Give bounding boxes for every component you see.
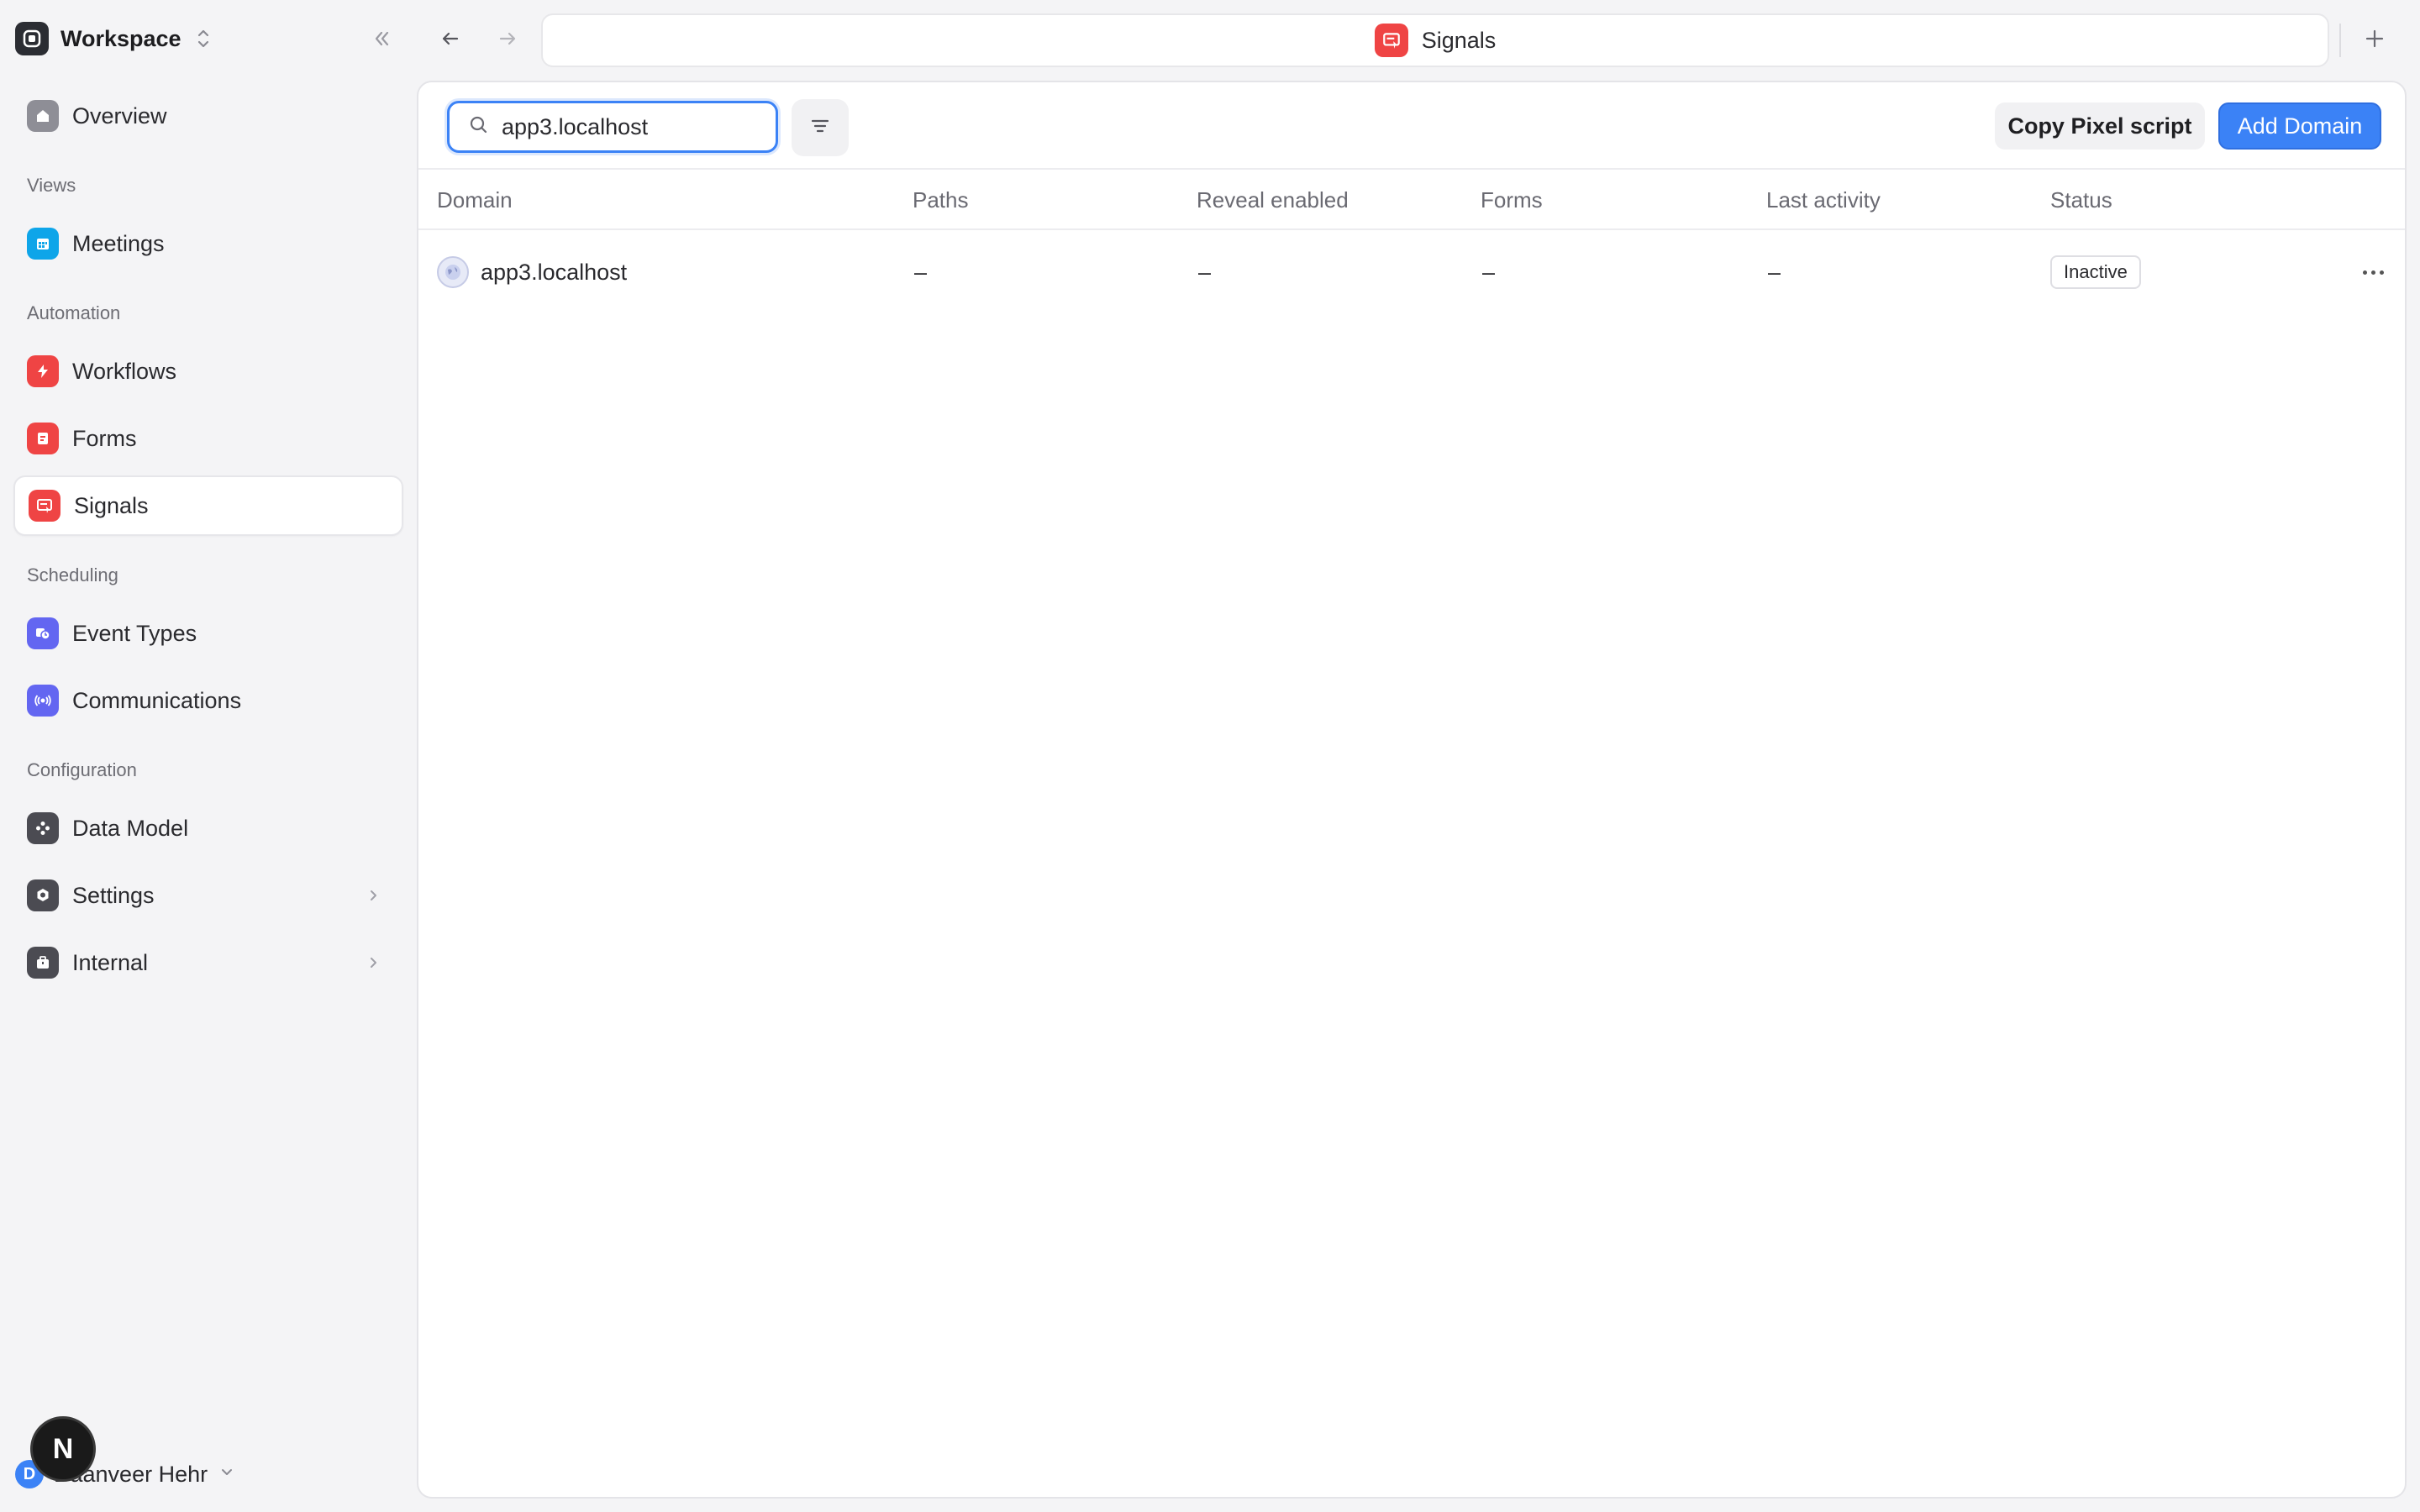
lightning-icon bbox=[27, 355, 59, 387]
data-model-icon bbox=[27, 812, 59, 844]
signals-icon bbox=[1374, 24, 1408, 57]
workspace-switcher[interactable]: Workspace bbox=[15, 20, 213, 57]
divider bbox=[2339, 24, 2341, 57]
sidebar-item-label: Communications bbox=[72, 687, 242, 713]
tab-signals[interactable]: Signals bbox=[541, 13, 2329, 67]
column-header-paths[interactable]: Paths bbox=[913, 170, 969, 230]
home-icon bbox=[27, 100, 59, 132]
chevron-up-down-icon bbox=[193, 24, 213, 53]
tab-title: Signals bbox=[1421, 27, 1497, 53]
workspace-logo-icon bbox=[15, 22, 49, 55]
sidebar-item-meetings[interactable]: Meetings bbox=[13, 213, 403, 274]
sidebar-item-forms[interactable]: Forms bbox=[13, 408, 403, 469]
search-input[interactable] bbox=[502, 113, 754, 140]
sidebar-item-label: Meetings bbox=[72, 230, 165, 256]
column-header-last-activity[interactable]: Last activity bbox=[1766, 170, 1881, 230]
sidebar-item-workflows[interactable]: Workflows bbox=[13, 341, 403, 402]
sidebar-item-label: Internal bbox=[72, 949, 149, 975]
column-header-reveal-enabled[interactable]: Reveal enabled bbox=[1197, 170, 1349, 230]
back-button[interactable] bbox=[434, 24, 467, 57]
sidebar-item-event-types[interactable]: Event Types bbox=[13, 603, 403, 664]
sidebar-item-label: Overview bbox=[72, 102, 167, 129]
collapse-sidebar-button[interactable] bbox=[366, 25, 397, 55]
column-header-forms[interactable]: Forms bbox=[1481, 170, 1543, 230]
table-header: Domain Paths Reveal enabled Forms Last a… bbox=[418, 170, 2405, 230]
domain-cell: app3.localhost bbox=[437, 230, 627, 314]
search-box[interactable] bbox=[447, 101, 778, 153]
arrow-left-icon bbox=[439, 27, 462, 55]
sidebar-item-label: Data Model bbox=[72, 815, 189, 841]
sidebar: Workspace Overview Views Meetings Automa… bbox=[0, 0, 417, 1512]
section-label-automation: Automation bbox=[27, 302, 121, 323]
sidebar-item-internal[interactable]: Internal bbox=[13, 932, 403, 993]
search-icon bbox=[468, 114, 490, 140]
dev-tools-badge[interactable]: N bbox=[30, 1416, 96, 1482]
row-more-button[interactable] bbox=[2356, 259, 2390, 286]
reveal-enabled-cell: – bbox=[1198, 260, 1212, 285]
chevron-down-icon bbox=[218, 1463, 236, 1486]
briefcase-icon bbox=[27, 947, 59, 979]
signals-icon bbox=[29, 490, 60, 522]
forms-cell: – bbox=[1482, 260, 1496, 285]
more-horizontal-icon bbox=[2362, 270, 2367, 275]
chevron-right-icon bbox=[363, 953, 383, 973]
forward-button[interactable] bbox=[491, 24, 524, 57]
last-activity-cell: – bbox=[1768, 260, 1781, 285]
section-label-scheduling: Scheduling bbox=[27, 564, 118, 585]
plus-icon bbox=[2363, 27, 2386, 55]
toolbar: Copy Pixel script Add Domain bbox=[418, 82, 2405, 170]
filter-icon bbox=[808, 114, 832, 142]
sidebar-item-communications[interactable]: Communications bbox=[13, 670, 403, 731]
paths-cell: – bbox=[914, 260, 928, 285]
sidebar-item-label: Workflows bbox=[72, 358, 177, 384]
sidebar-item-label: Signals bbox=[74, 492, 149, 518]
gear-icon bbox=[27, 879, 59, 911]
new-tab-button[interactable] bbox=[2358, 24, 2391, 57]
chevron-right-icon bbox=[363, 885, 383, 906]
workspace-name: Workspace bbox=[60, 25, 182, 51]
section-label-configuration: Configuration bbox=[27, 759, 137, 780]
add-domain-button[interactable]: Add Domain bbox=[2218, 102, 2381, 150]
status-badge: Inactive bbox=[2050, 255, 2141, 289]
sidebar-item-label: Settings bbox=[72, 882, 155, 908]
double-chevron-left-icon bbox=[371, 28, 392, 54]
domain-name: app3.localhost bbox=[481, 260, 628, 285]
table-row[interactable]: app3.localhost – – – – Inactive bbox=[418, 230, 2405, 314]
sidebar-item-label: Forms bbox=[72, 425, 137, 451]
sidebar-item-settings[interactable]: Settings bbox=[13, 865, 403, 926]
more-horizontal-icon bbox=[2370, 270, 2375, 275]
section-label-views: Views bbox=[27, 175, 76, 196]
filter-button[interactable] bbox=[792, 99, 849, 156]
more-horizontal-icon bbox=[2379, 270, 2384, 275]
column-header-status[interactable]: Status bbox=[2050, 170, 2112, 230]
sidebar-item-signals[interactable]: Signals bbox=[13, 475, 403, 536]
calendar-clock-icon bbox=[27, 617, 59, 649]
broadcast-icon bbox=[27, 685, 59, 717]
copy-pixel-script-button[interactable]: Copy Pixel script bbox=[1995, 102, 2205, 150]
column-header-domain[interactable]: Domain bbox=[437, 170, 513, 230]
calendar-icon bbox=[27, 228, 59, 260]
globe-icon bbox=[437, 256, 469, 288]
form-icon bbox=[27, 423, 59, 454]
sidebar-item-label: Event Types bbox=[72, 620, 197, 646]
arrow-right-icon bbox=[496, 27, 519, 55]
sidebar-item-overview[interactable]: Overview bbox=[13, 86, 403, 146]
main-panel: Copy Pixel script Add Domain Domain Path… bbox=[417, 81, 2407, 1499]
sidebar-item-data-model[interactable]: Data Model bbox=[13, 798, 403, 858]
